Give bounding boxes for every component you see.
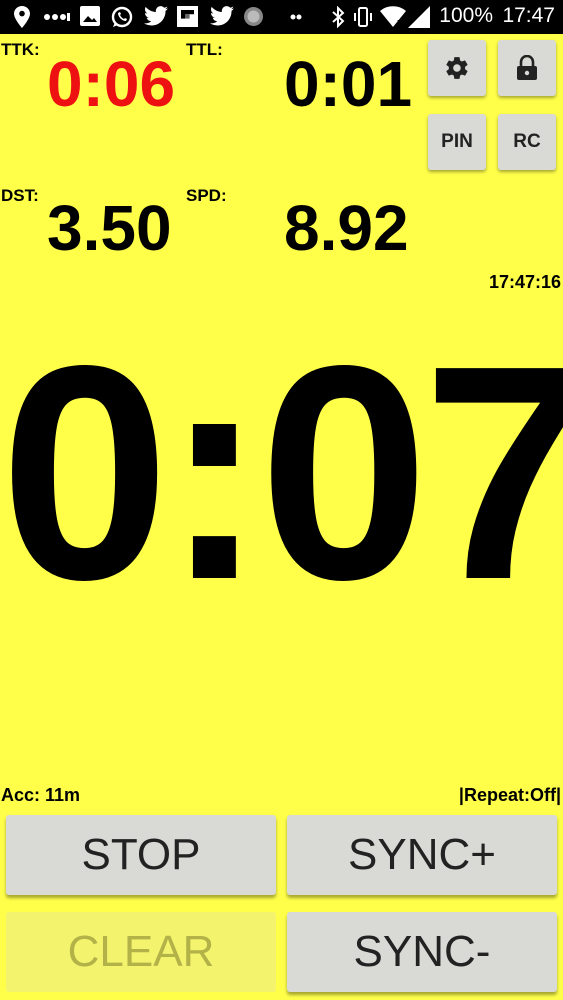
vibrate-icon — [354, 7, 372, 27]
spd-label: SPD: — [186, 186, 227, 205]
flipboard-icon — [177, 6, 198, 27]
wifi-icon: R — [380, 6, 406, 28]
spd-value: 8.92 — [284, 192, 409, 264]
clear-button: CLEAR — [6, 912, 276, 992]
ttl-value: 0:01 — [284, 48, 413, 120]
bluetooth-icon — [332, 6, 345, 28]
twitter-icon — [144, 6, 168, 26]
gear-icon — [446, 57, 468, 79]
circle-icon — [244, 7, 263, 26]
main-timer: 0:07 — [0, 302, 563, 643]
dst-label: DST: — [1, 186, 39, 205]
lock-button[interactable] — [498, 40, 556, 96]
status-bar: R 100% 17:47 — [0, 0, 563, 34]
whatsapp-icon — [111, 6, 133, 28]
repeat-status: |Repeat:Off| — [458, 785, 561, 805]
dots-icon — [44, 13, 70, 21]
accuracy-label: Acc: 11m — [1, 785, 81, 805]
location-icon — [14, 6, 30, 28]
ttl-label: TTL: — [186, 40, 223, 59]
twitter-icon — [210, 6, 234, 26]
ttk-label: TTK: — [1, 40, 40, 59]
rc-button[interactable]: RC — [498, 114, 556, 170]
lock-icon — [517, 55, 537, 80]
status-time: 17:47 — [502, 4, 555, 27]
sync-plus-button[interactable]: SYNC+ — [287, 815, 557, 895]
gallery-icon — [80, 6, 100, 26]
dst-value: 3.50 — [47, 192, 172, 264]
ttk-value: 0:06 — [47, 48, 176, 120]
settings-button[interactable] — [428, 40, 486, 96]
battery-percent: 100% — [439, 4, 493, 27]
current-clock: 17:47:16 — [488, 272, 561, 292]
ellipsis-icon — [290, 14, 302, 20]
svg-text:R: R — [397, 19, 403, 28]
pin-button[interactable]: PIN — [428, 114, 486, 170]
sync-minus-button[interactable]: SYNC- — [287, 912, 557, 992]
stop-button[interactable]: STOP — [6, 815, 276, 895]
signal-icon — [408, 6, 430, 28]
